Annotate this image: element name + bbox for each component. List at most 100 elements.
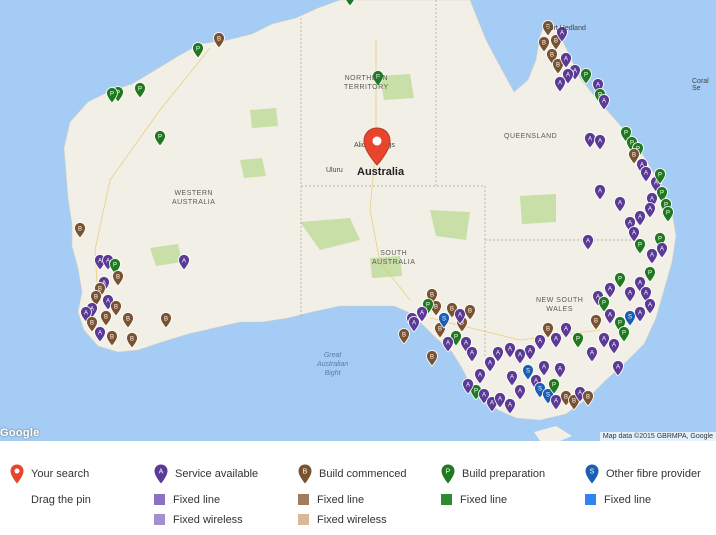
pin-letter: A xyxy=(466,382,470,388)
pin-letter: P xyxy=(658,172,662,178)
build-commenced-pin[interactable]: B xyxy=(582,390,594,407)
legend-build-fixed-wireless: Fixed wireless xyxy=(317,514,387,526)
sea-label-bight: Great Australian Bight xyxy=(317,352,349,377)
pin-letter: A xyxy=(98,330,102,336)
city-label-uluru: Uluru xyxy=(326,167,343,174)
park-area xyxy=(250,108,278,128)
map-attribution[interactable]: Map data ©2015 GBRMPA, Google xyxy=(599,432,716,441)
pin-letter: A xyxy=(650,252,654,258)
pin-letter: A xyxy=(644,290,648,296)
map-canvas[interactable]: PBPPPPPPBBBABBAAAAPAPAAAPPPBAAAPPAPPAAAA… xyxy=(0,0,716,441)
pin-letter: A xyxy=(446,340,450,346)
pin-letter: B xyxy=(594,318,598,324)
your-search-pin[interactable] xyxy=(362,127,392,167)
legend-service-fixed-wireless: Fixed wireless xyxy=(173,514,243,526)
pin-letter: S xyxy=(538,386,542,392)
pin-letter: A xyxy=(554,336,558,342)
pin-letter: P xyxy=(138,86,142,92)
pin-letter: B xyxy=(110,334,114,340)
pin-letter: P xyxy=(576,336,580,342)
pin-letter: B xyxy=(450,306,454,312)
park-area xyxy=(520,194,556,224)
pin-letter: A xyxy=(598,138,602,144)
pin-letter: P xyxy=(622,330,626,336)
pin-letter: P xyxy=(618,276,622,282)
pin-letter: A xyxy=(566,72,570,78)
swatch-service-fixed-wireless xyxy=(154,514,165,525)
pin-letter: A xyxy=(554,398,558,404)
swatch-other-fixed-line xyxy=(585,494,596,505)
map-view[interactable]: PBPPPPPPBBBABBAAAAPAPAAAPPPBAAAPPAPPAAAA… xyxy=(0,0,716,441)
pin-letter: P xyxy=(624,130,628,136)
pin-letter: A xyxy=(84,310,88,316)
pin-letter: A xyxy=(106,298,110,304)
pin-letter: A xyxy=(420,310,424,316)
pin-letter: A xyxy=(586,238,590,244)
pin-letter: A xyxy=(98,258,102,264)
pin-letter: A xyxy=(518,352,522,358)
park-area xyxy=(430,210,470,240)
pin-letter: A xyxy=(498,396,502,402)
pin-letter: P xyxy=(602,300,606,306)
pin-letter: P xyxy=(110,91,114,97)
legend-other-fibre-title: Other fibre provider xyxy=(606,468,701,480)
google-logo: Google xyxy=(0,427,40,439)
pin-letter: A xyxy=(538,338,542,344)
pin-letter: A xyxy=(618,200,622,206)
pin-letter: A xyxy=(518,388,522,394)
pin-letter: S xyxy=(526,368,530,374)
pin-letter: B xyxy=(554,38,558,44)
pin-letter: A xyxy=(478,372,482,378)
pin-letter: B xyxy=(586,394,590,400)
pin-letter: B xyxy=(430,292,434,298)
pin-letter: P xyxy=(158,134,162,140)
pin-letter: P xyxy=(426,302,430,308)
legend-build-fixed-line: Fixed line xyxy=(317,494,365,506)
pin-letter: A xyxy=(558,80,562,86)
pin-letter: A xyxy=(638,310,642,316)
build-commenced-pin[interactable]: B xyxy=(426,350,438,367)
pin-letter: B xyxy=(434,304,438,310)
coast-detail xyxy=(534,426,572,441)
swatch-prep-fixed-line xyxy=(441,494,452,505)
pin-letter: A xyxy=(508,346,512,352)
park-area xyxy=(240,158,266,178)
service-available-pin[interactable]: A xyxy=(612,360,624,377)
pin-letter: B xyxy=(116,274,120,280)
pin-letter: A xyxy=(470,350,474,356)
pin-letter: S xyxy=(628,314,632,320)
pin-letter: A xyxy=(578,390,582,396)
legend-other-fixed-line: Fixed line xyxy=(604,494,652,506)
pin-letter: A xyxy=(648,302,652,308)
service-available-pin[interactable]: A xyxy=(408,316,420,333)
swatch-build-fixed-wireless xyxy=(298,514,309,525)
pin-letter: B xyxy=(78,226,82,232)
pin-letter: A xyxy=(458,312,462,318)
pin-letter: B xyxy=(468,308,472,314)
region-label-queensland: QUEENSLAND xyxy=(504,133,558,140)
pin-letter: A xyxy=(590,350,594,356)
pin-letter: S xyxy=(442,316,446,322)
pin-letter: B xyxy=(632,152,636,158)
build-commenced-pin[interactable]: B xyxy=(398,328,410,345)
pin-letter: A xyxy=(612,342,616,348)
pin-letter: P xyxy=(666,210,670,216)
pin-letter: A xyxy=(602,336,606,342)
pin-letter: A xyxy=(650,196,654,202)
pin-letter: B xyxy=(94,294,98,300)
map-pin-icon xyxy=(10,464,24,484)
pin-letter: B xyxy=(542,40,546,46)
pin-letter: S xyxy=(546,392,550,398)
svg-text:B: B xyxy=(303,469,308,476)
legend-your-search-title: Your search xyxy=(31,468,90,480)
pin-letter: B xyxy=(438,326,442,332)
pin-letter: B xyxy=(90,320,94,326)
pin-letter: B xyxy=(104,314,108,320)
pin-letter: A xyxy=(496,350,500,356)
pin-letter: B xyxy=(130,336,134,342)
map-pin-icon: A xyxy=(154,464,168,484)
pin-letter: P xyxy=(648,270,652,276)
region-label-northern-territory: NORTHERN TERRITORY xyxy=(344,75,389,91)
legend-service-available-title: Service available xyxy=(175,468,259,480)
city-label-port-hedland: Port Hedland xyxy=(545,25,586,32)
